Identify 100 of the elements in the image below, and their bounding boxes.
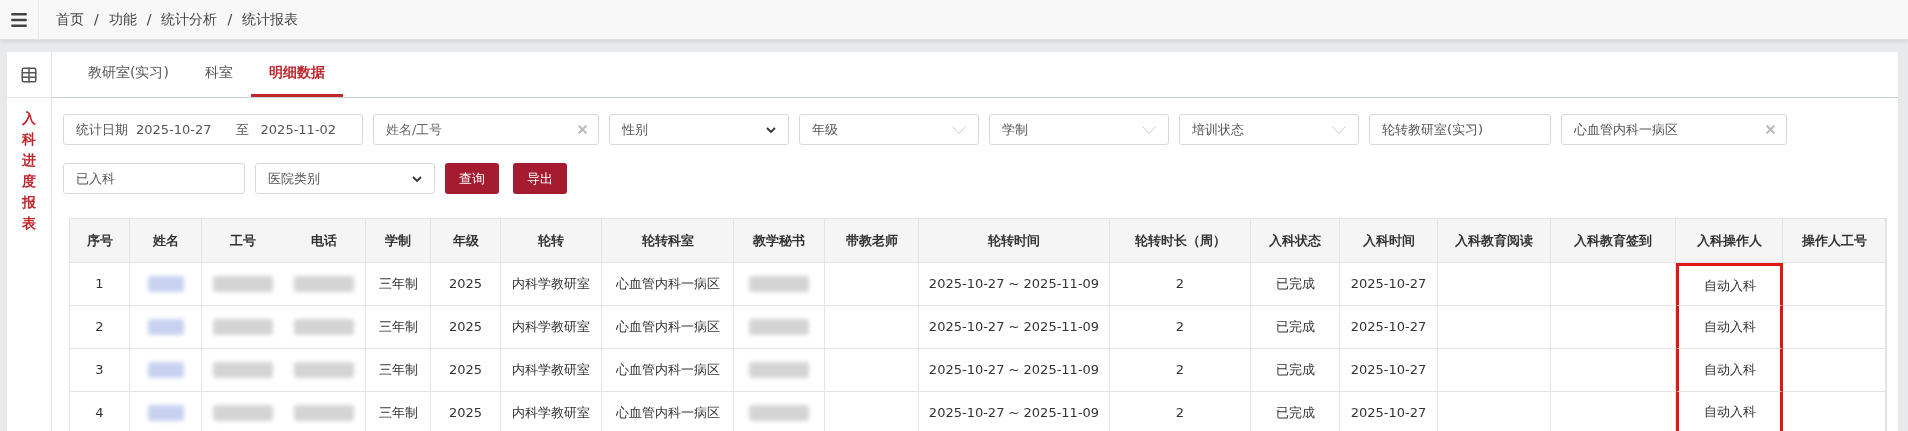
table-cell: 2025-10-27 ~ 2025-11-09 xyxy=(919,263,1110,306)
table-cell: 自动入科 xyxy=(1676,263,1783,306)
date-range-field[interactable]: 统计日期 2025-10-27 至 2025-11-02 xyxy=(63,114,363,145)
column-header: 入科状态 xyxy=(1251,219,1340,262)
range-separator: 至 xyxy=(235,120,249,139)
table-cell: 心血管内科一病区 xyxy=(602,263,734,306)
redacted-block xyxy=(749,276,809,292)
table-cell: 2025-10-27 xyxy=(1340,349,1438,392)
table-cell: 2025-10-27 xyxy=(1340,306,1438,349)
table-cell: 2025 xyxy=(431,349,501,392)
table-cell: 自动入科 xyxy=(1676,306,1783,349)
table-cell: 三年制 xyxy=(366,349,431,392)
column-header: 工号 xyxy=(228,231,257,250)
clear-icon[interactable] xyxy=(1764,123,1777,136)
action-button[interactable]: 导出 xyxy=(513,163,567,194)
text-field[interactable]: 姓名/工号 xyxy=(373,114,599,145)
table-cell: 自动入科 xyxy=(1676,349,1783,392)
select-field[interactable]: 培训状态 xyxy=(1179,114,1359,145)
redacted-block xyxy=(294,405,354,421)
column-header: 带教老师 xyxy=(825,219,919,262)
table-cell: 自动入科 xyxy=(1676,392,1783,431)
select-field[interactable]: 年级 xyxy=(799,114,979,145)
chevron-icon xyxy=(1332,125,1346,134)
redacted-block xyxy=(294,319,354,335)
redacted-block xyxy=(147,405,184,421)
text-field[interactable]: 轮转教研室(实习) xyxy=(1369,114,1551,145)
column-header: 轮转科室 xyxy=(602,219,734,262)
redacted-block xyxy=(147,362,184,378)
table-cell: 内科学教研室 xyxy=(501,306,602,349)
table-cell: 3 xyxy=(70,349,130,392)
chevron-icon xyxy=(1142,125,1156,134)
column-header: 操作人工号 xyxy=(1783,219,1886,262)
table-cell: 已完成 xyxy=(1251,349,1340,392)
table-cell: 已完成 xyxy=(1251,306,1340,349)
breadcrumb-separator: / xyxy=(146,10,152,29)
sidebar-title: 入科进度报表 xyxy=(22,109,36,233)
chevron-icon xyxy=(412,175,422,182)
column-header: 入科时间 xyxy=(1340,219,1438,262)
breadcrumb-item[interactable]: 统计报表 xyxy=(242,9,299,30)
tab[interactable]: 科室 xyxy=(186,51,251,97)
redacted-block xyxy=(212,276,273,292)
redacted-block xyxy=(749,319,809,335)
redacted-block xyxy=(147,276,184,292)
tab[interactable]: 明细数据 xyxy=(250,51,343,97)
column-header: 入科教育签到 xyxy=(1551,219,1676,262)
breadcrumb-item[interactable]: 首页 xyxy=(56,9,84,30)
breadcrumb-separator: / xyxy=(227,10,233,29)
column-header: 教学秘书 xyxy=(734,219,825,262)
chevron-icon xyxy=(952,125,966,134)
redacted-block xyxy=(147,319,184,335)
table-cell: 1 xyxy=(70,263,130,306)
table-cell: 内科学教研室 xyxy=(501,263,602,306)
action-button[interactable]: 查询 xyxy=(445,163,499,194)
column-header: 轮转时间 xyxy=(919,219,1110,262)
column-header: 序号 xyxy=(70,219,130,262)
redacted-block xyxy=(294,276,354,292)
breadcrumb-item[interactable]: 功能 xyxy=(108,9,137,30)
table-cell: 三年制 xyxy=(366,306,431,349)
redacted-block xyxy=(749,405,809,421)
table-cell: 心血管内科一病区 xyxy=(602,349,734,392)
table-cell: 2 xyxy=(70,306,130,349)
tab[interactable]: 教研室(实习) xyxy=(70,51,187,97)
end-date: 2025-11-02 xyxy=(260,120,337,139)
select-field[interactable]: 学制 xyxy=(989,114,1169,145)
table-cell: 内科学教研室 xyxy=(501,349,602,392)
column-header: 轮转时长（周） xyxy=(1110,219,1251,262)
chevron-icon xyxy=(766,126,776,133)
column-header: 电话 xyxy=(283,219,366,262)
date-label: 统计日期 xyxy=(76,120,128,139)
redacted-block xyxy=(749,362,809,378)
table-cell: 三年制 xyxy=(366,263,431,306)
column-header: 轮转 xyxy=(501,219,602,262)
table-cell: 2025 xyxy=(431,263,501,306)
table-cell: 2025-10-27 xyxy=(1340,263,1438,306)
start-date: 2025-10-27 xyxy=(136,120,212,139)
table-cell: 2025 xyxy=(431,306,501,349)
column-header: 姓名 xyxy=(130,219,202,262)
column-header: 入科教育阅读 xyxy=(1438,219,1551,262)
table-cell: 2025-10-27 ~ 2025-11-09 xyxy=(919,306,1110,349)
redacted-block xyxy=(212,405,273,421)
text-field[interactable]: 心血管内科一病区 xyxy=(1561,114,1787,145)
table-cell: 已完成 xyxy=(1251,263,1340,306)
table-cell: 心血管内科一病区 xyxy=(602,306,734,349)
table-cell: 2025-10-27 ~ 2025-11-09 xyxy=(919,349,1110,392)
table-icon xyxy=(20,65,38,84)
table-cell: 2 xyxy=(1110,263,1251,306)
breadcrumb-item[interactable]: 统计分析 xyxy=(161,9,218,30)
clear-icon[interactable] xyxy=(576,123,589,136)
select-field[interactable]: 医院类别 xyxy=(255,163,435,194)
column-header: 年级 xyxy=(431,219,501,262)
select-field[interactable]: 性别 xyxy=(609,114,789,145)
table-cell: 2 xyxy=(1110,306,1251,349)
column-header: 入科操作人 xyxy=(1676,219,1783,262)
redacted-block xyxy=(294,362,354,378)
column-header: 学制 xyxy=(366,219,431,262)
breadcrumb-separator: / xyxy=(94,10,99,29)
table-cell: 2 xyxy=(1110,349,1251,392)
text-field[interactable]: 已入科 xyxy=(63,163,245,194)
redacted-block xyxy=(212,319,273,335)
redacted-block xyxy=(212,362,273,378)
